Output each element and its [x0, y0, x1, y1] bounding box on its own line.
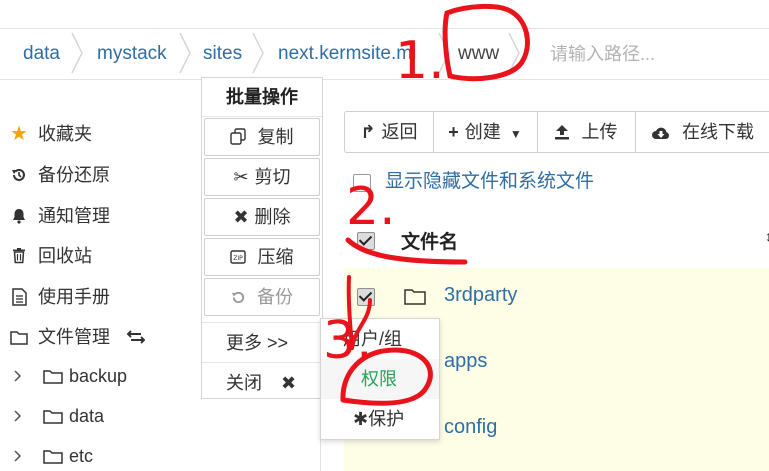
- breadcrumb: data mystack sites next.kermsite.ml www …: [0, 28, 769, 80]
- tree-item-label: data: [69, 406, 105, 426]
- sidebar-item-backup-restore[interactable]: 备份还原: [8, 161, 110, 189]
- breadcrumb-item-sites[interactable]: sites: [203, 29, 242, 79]
- show-hidden-label[interactable]: 显示隐藏文件和系统文件: [385, 170, 594, 194]
- breadcrumb-item-data[interactable]: data: [23, 29, 60, 79]
- breadcrumb-separator: [252, 32, 264, 74]
- backup-button[interactable]: 备份: [204, 278, 320, 316]
- folder-icon: [43, 362, 63, 390]
- close-button-label: 关闭: [226, 373, 262, 393]
- chevron-right-icon[interactable]: [14, 402, 28, 430]
- user-group-item[interactable]: 用户/组: [321, 319, 439, 359]
- breadcrumb-separator: [71, 32, 83, 74]
- back-button[interactable]: ↱ 返回: [345, 112, 434, 152]
- compress-button[interactable]: ZIP 压缩: [204, 238, 320, 276]
- create-button-label: 创建: [464, 122, 501, 142]
- upload-icon: [554, 122, 575, 142]
- breadcrumb-item-site[interactable]: next.kermsite.ml: [278, 29, 416, 79]
- sidebar-item-recycle-bin[interactable]: 回收站: [8, 242, 92, 270]
- tree-item-data[interactable]: data: [14, 402, 104, 430]
- caret-down-icon: ▼: [509, 127, 522, 141]
- breadcrumb-item-www[interactable]: www: [458, 29, 499, 79]
- cut-button[interactable]: ✂ 剪切: [204, 158, 320, 196]
- user-group-label: 用户/组: [343, 329, 403, 349]
- history-icon: [231, 287, 251, 307]
- svg-text:ZIP: ZIP: [234, 255, 244, 262]
- chevron-right-icon[interactable]: [14, 442, 28, 470]
- folder-icon: [404, 288, 426, 310]
- star-icon: ★: [10, 123, 28, 145]
- close-icon: ✖: [233, 207, 249, 227]
- sidebar-item-label: 收藏夹: [38, 124, 92, 144]
- permissions-item[interactable]: 权限: [321, 359, 439, 399]
- row-checkbox[interactable]: [357, 288, 375, 306]
- breadcrumb-item-mystack[interactable]: mystack: [97, 29, 167, 79]
- cut-button-label: 剪切: [254, 167, 291, 187]
- tree-item-backup[interactable]: backup: [14, 362, 127, 390]
- upload-button[interactable]: 上传: [537, 112, 636, 152]
- path-input[interactable]: 请输入路径...: [550, 29, 655, 79]
- compress-button-label: 压缩: [257, 247, 294, 267]
- breadcrumb-separator: [508, 32, 520, 74]
- delete-button-label: 删除: [254, 207, 291, 227]
- trash-icon: [8, 242, 30, 270]
- transfer-icon[interactable]: [126, 323, 146, 351]
- plus-icon: +: [448, 122, 459, 142]
- sort-indicator[interactable]: ↕: [765, 228, 769, 244]
- show-hidden-checkbox[interactable]: [353, 174, 371, 192]
- tree-item-label: etc: [69, 446, 94, 466]
- sidebar-item-label: 通知管理: [38, 206, 110, 226]
- tree-item-etc[interactable]: etc: [14, 442, 93, 470]
- batch-menu-title: 批量操作: [202, 78, 322, 117]
- tree-item-label: backup: [69, 366, 128, 386]
- back-arrow-icon: ↱: [360, 122, 376, 142]
- sidebar-item-favorites[interactable]: ★ 收藏夹: [8, 120, 92, 148]
- more-button-label: 更多 >>: [226, 333, 289, 353]
- back-button-label: 返回: [381, 122, 418, 142]
- breadcrumb-separator: [438, 32, 450, 74]
- sidebar-item-label: 备份还原: [38, 165, 110, 185]
- close-icon: ✖: [281, 373, 297, 393]
- sidebar-item-label: 文件管理: [38, 327, 110, 347]
- bell-icon: [8, 202, 30, 230]
- more-button[interactable]: 更多 >>: [202, 322, 322, 363]
- sidebar-item-label: 回收站: [38, 246, 92, 266]
- download-button[interactable]: 在线下载: [635, 112, 769, 152]
- sidebar-item-file-manager[interactable]: 文件管理: [8, 323, 146, 351]
- protect-label: 保护: [368, 409, 405, 429]
- cloud-download-icon: [651, 122, 676, 142]
- folder-icon: [43, 442, 63, 470]
- close-menu-button[interactable]: 关闭 ✖: [202, 362, 322, 403]
- toolbar: ↱ 返回 + 创建 ▼ 上传 在线下载: [344, 111, 769, 153]
- history-icon: [8, 161, 30, 189]
- folder-icon: [43, 402, 63, 430]
- create-button[interactable]: + 创建 ▼: [433, 112, 538, 152]
- copy-button[interactable]: 复制: [204, 118, 320, 156]
- scissors-icon: ✂: [233, 167, 249, 187]
- file-name-link[interactable]: config: [444, 416, 497, 439]
- chevron-right-icon[interactable]: [14, 362, 28, 390]
- copy-button-label: 复制: [257, 127, 294, 147]
- column-header-filename[interactable]: 文件名: [401, 227, 458, 254]
- delete-button[interactable]: ✖ 删除: [204, 198, 320, 236]
- file-name-link[interactable]: 3rdparty: [444, 284, 517, 307]
- download-button-label: 在线下载: [682, 122, 754, 142]
- protect-item[interactable]: ✱保护: [321, 399, 439, 439]
- permissions-label: 权限: [361, 369, 397, 389]
- folder-icon: [8, 323, 30, 351]
- zip-icon: ZIP: [230, 247, 251, 267]
- document-icon: [8, 283, 30, 311]
- file-name-link[interactable]: apps: [444, 350, 487, 373]
- sidebar-item-label: 使用手册: [38, 287, 110, 307]
- more-submenu: 用户/组 权限 ✱保护: [320, 318, 440, 440]
- select-all-checkbox[interactable]: [357, 232, 375, 250]
- sidebar-item-manual[interactable]: 使用手册: [8, 283, 110, 311]
- breadcrumb-separator: [179, 32, 191, 74]
- sidebar-item-notifications[interactable]: 通知管理: [8, 202, 110, 230]
- backup-button-label: 备份: [257, 287, 293, 307]
- asterisk-icon: ✱: [353, 409, 369, 429]
- batch-operations-menu: 批量操作 复制 ✂ 剪切 ✖ 删除 ZIP 压缩 备份 更多 >> 关闭 ✖: [201, 77, 323, 399]
- copy-icon: [230, 127, 251, 147]
- upload-button-label: 上传: [581, 122, 618, 142]
